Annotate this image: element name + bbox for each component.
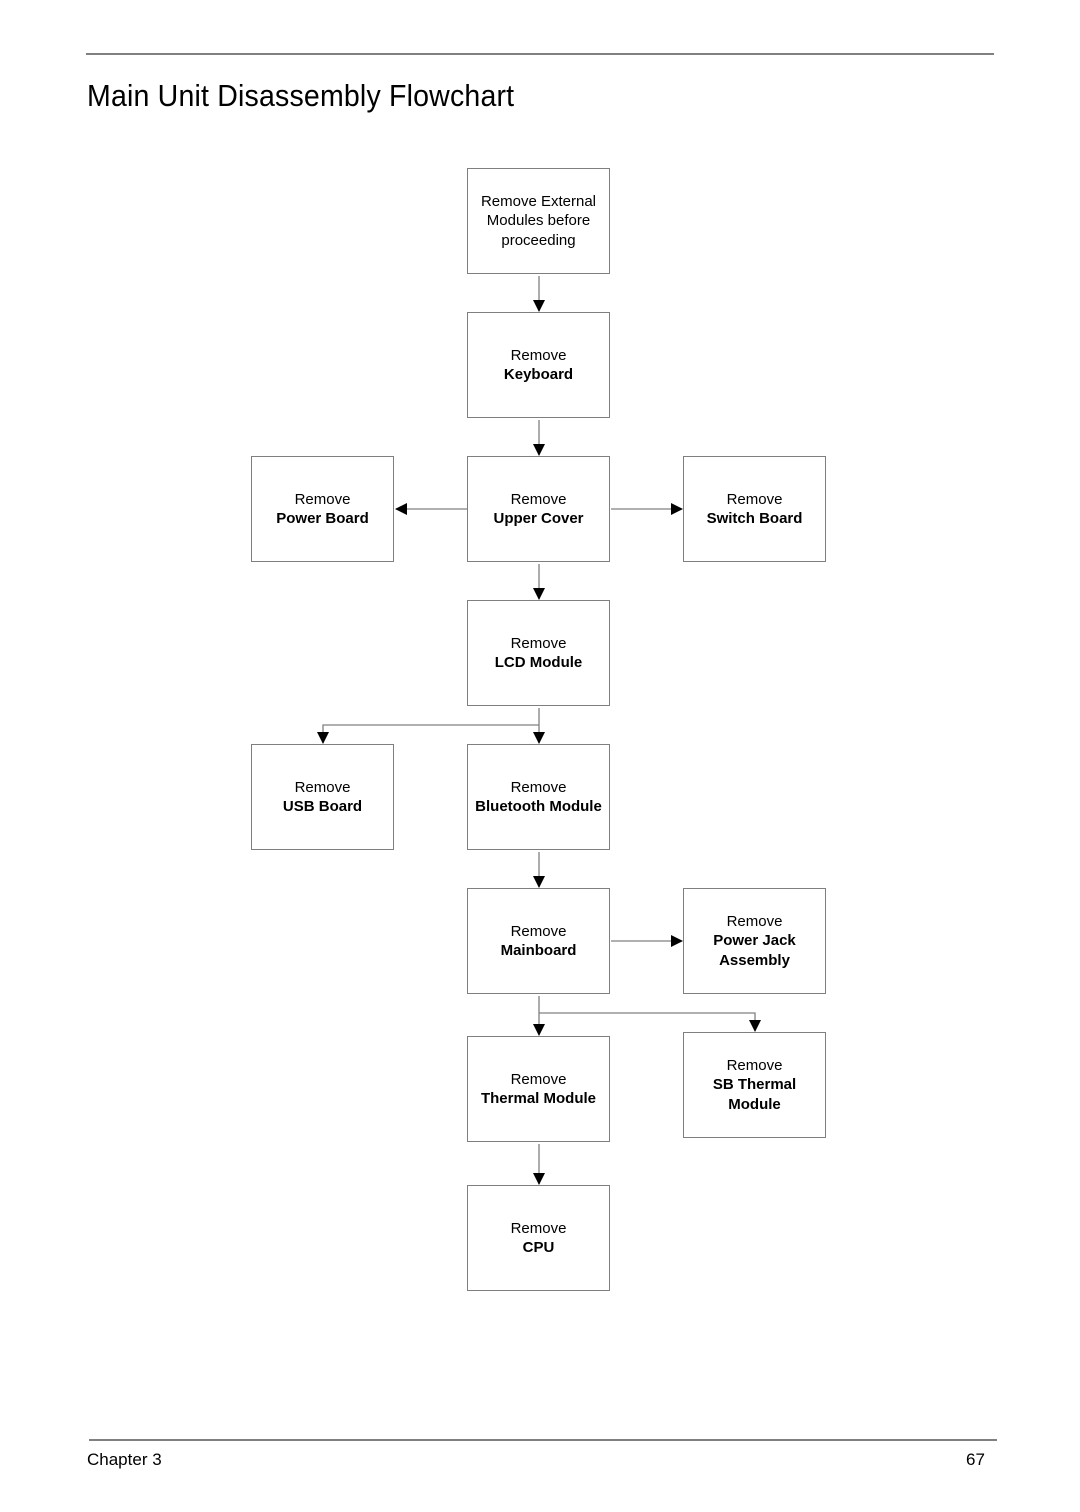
node-remove-bluetooth-module: Remove Bluetooth Module <box>467 744 610 850</box>
edge-mainboard-sb-thermal <box>539 1012 761 1032</box>
node-verb: Remove <box>510 490 567 508</box>
footer-rule <box>89 1439 997 1441</box>
edge-lcd-module-usb-board <box>317 724 539 744</box>
footer-page-number: 67 <box>966 1450 985 1469</box>
node-verb: Remove <box>294 490 351 508</box>
node-object: Power Jack Assembly <box>713 932 796 969</box>
node-remove-cpu: Remove CPU <box>467 1185 610 1291</box>
node-object: LCD Module <box>494 654 583 671</box>
node-remove-external-modules: Remove External Modules before proceedin… <box>467 168 610 274</box>
node-object: Mainboard <box>500 942 577 959</box>
node-verb: Remove <box>510 1219 567 1237</box>
node-verb: Remove <box>294 778 351 796</box>
node-remove-mainboard: Remove Mainboard <box>467 888 610 994</box>
node-verb: Remove <box>726 912 783 930</box>
node-verb: Remove <box>726 1056 783 1074</box>
node-remove-usb-board: Remove USB Board <box>251 744 394 850</box>
node-verb: Remove <box>510 634 567 652</box>
node-object: SB Thermal Module <box>712 1076 797 1113</box>
node-object: Bluetooth Module <box>475 798 602 815</box>
node-verb: Remove <box>510 346 567 364</box>
node-remove-sb-thermal-module: Remove SB Thermal Module <box>683 1032 826 1138</box>
node-remove-keyboard: Remove Keyboard <box>467 312 610 418</box>
node-remove-lcd-module: Remove LCD Module <box>467 600 610 706</box>
node-verb: Remove <box>510 1070 567 1088</box>
node-object: CPU <box>522 1239 555 1256</box>
node-object: Keyboard <box>503 366 574 383</box>
node-remove-power-jack-assembly: Remove Power Jack Assembly <box>683 888 826 994</box>
node-object: Switch Board <box>706 510 803 527</box>
node-remove-power-board: Remove Power Board <box>251 456 394 562</box>
node-object: Upper Cover <box>493 510 584 527</box>
node-remove-upper-cover: Remove Upper Cover <box>467 456 610 562</box>
node-verb: Remove <box>510 922 567 940</box>
node-verb: Remove <box>510 778 567 796</box>
node-object: Thermal Module <box>480 1090 596 1107</box>
node-object: Power Board <box>276 510 369 527</box>
node-verb: Remove External Modules before proceedin… <box>480 192 597 249</box>
node-verb: Remove <box>726 490 783 508</box>
footer-chapter: Chapter 3 <box>87 1450 162 1469</box>
node-object: USB Board <box>282 798 363 815</box>
node-remove-switch-board: Remove Switch Board <box>683 456 826 562</box>
node-remove-thermal-module: Remove Thermal Module <box>467 1036 610 1142</box>
